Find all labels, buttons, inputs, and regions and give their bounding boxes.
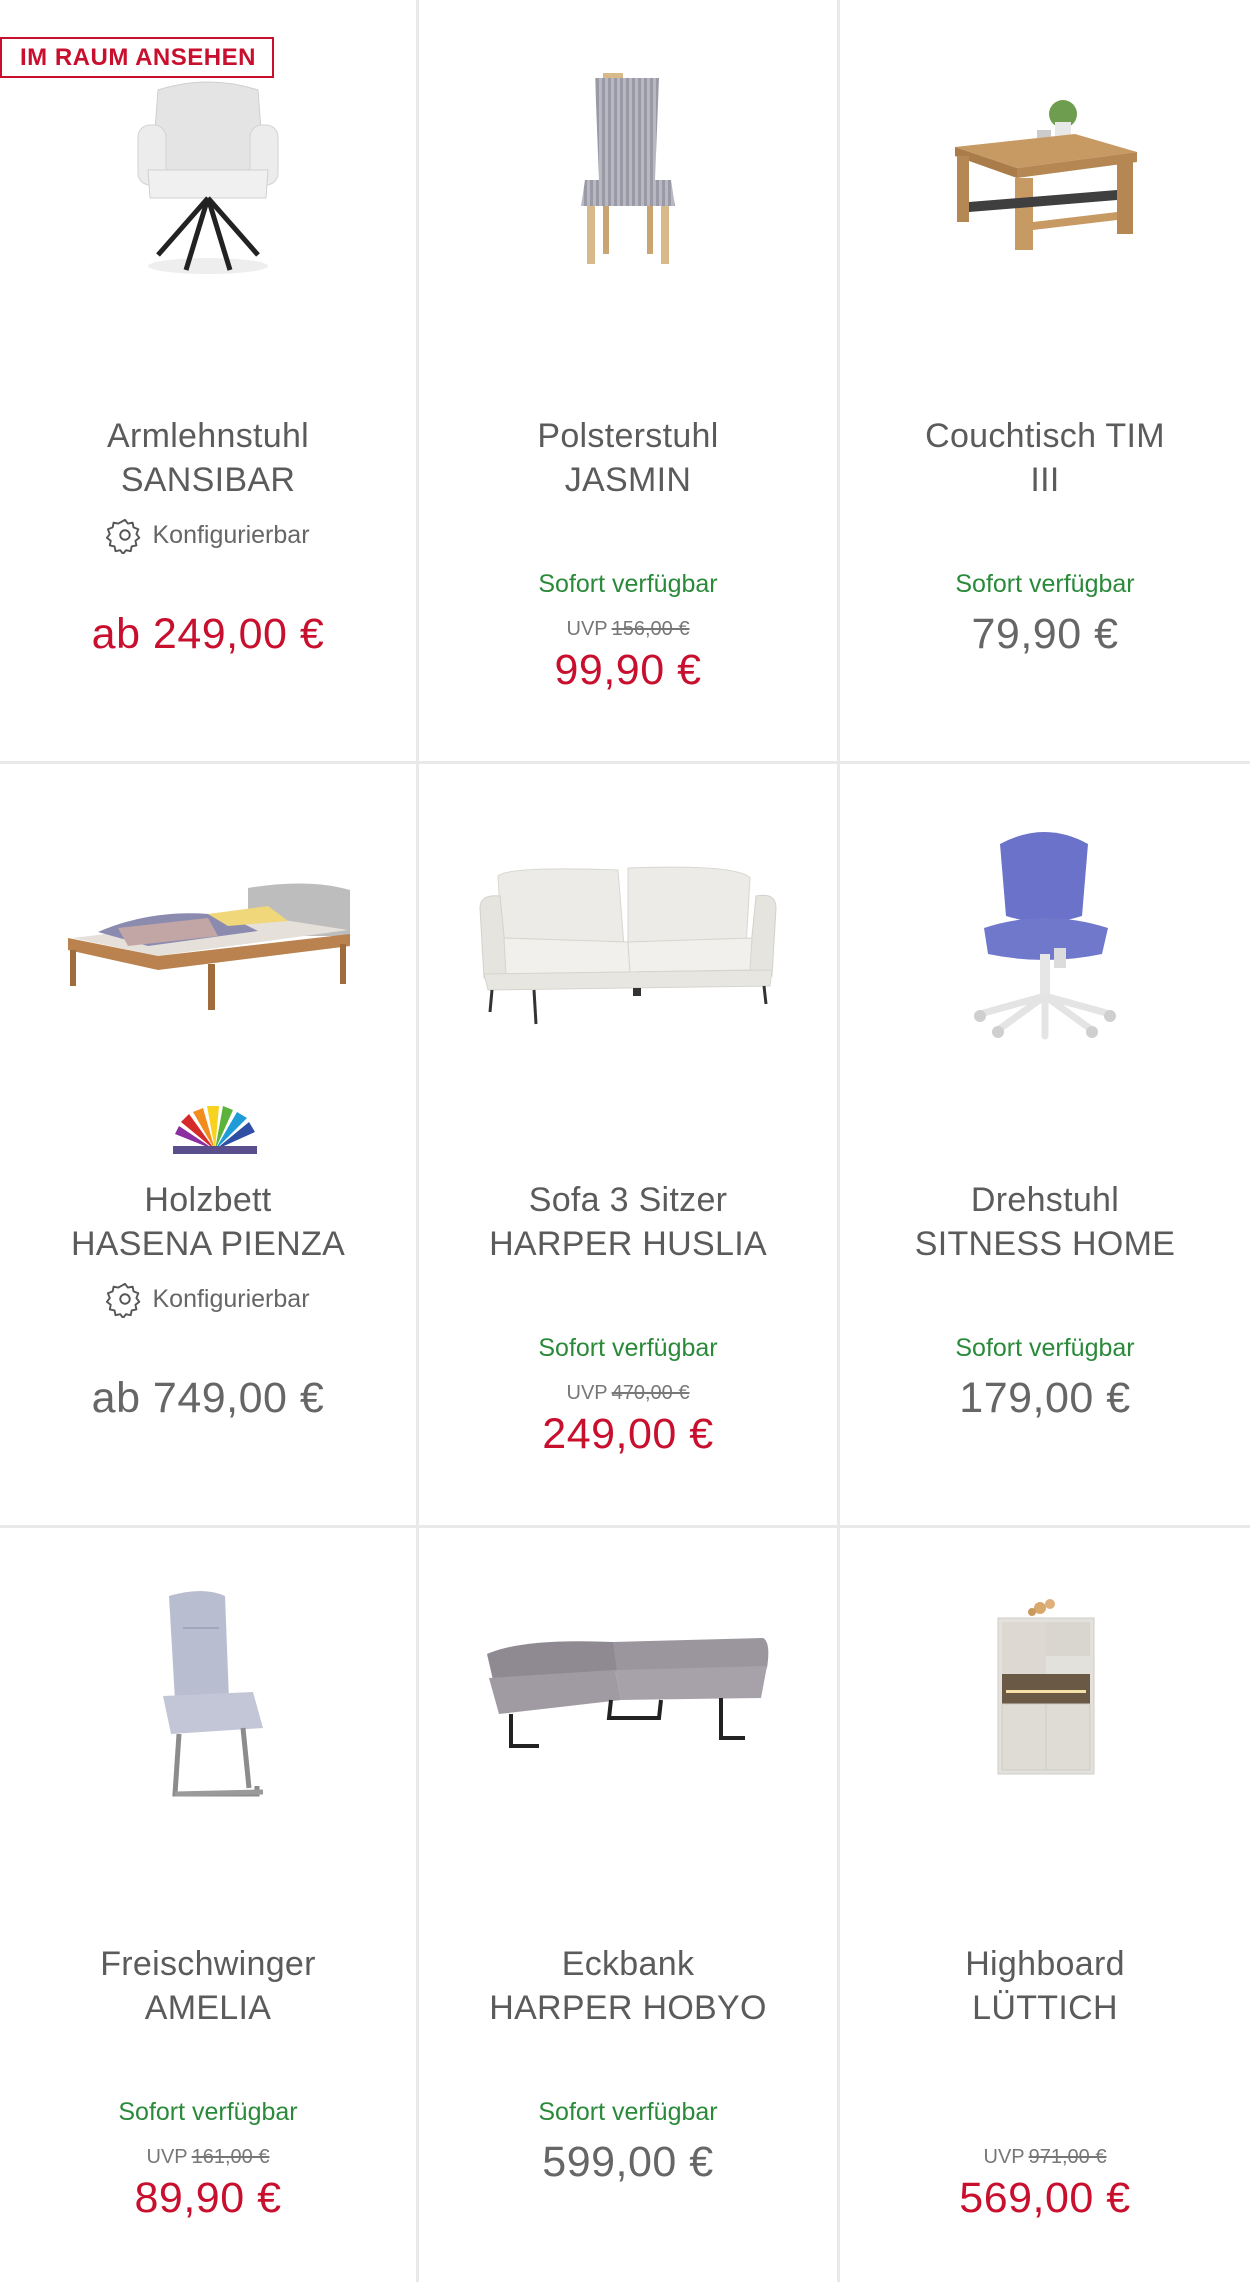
brand-logo [171,1104,259,1158]
product-image-upholstered-chair[interactable] [563,68,693,268]
product-price: 89,90 € [134,2174,282,2222]
product-image-corner-bench[interactable] [483,1628,773,1758]
product-card-freischwinger-amelia[interactable]: Freischwinger AMELIA Sofort verfügbar UVP… [0,1528,419,2282]
availability-status: Sofort verfügbar [955,1334,1135,1362]
product-card-couchtisch-tim-iii[interactable]: Couchtisch TIM III Sofort verfügbar 79,90… [840,0,1250,764]
product-image-coffee-table[interactable] [945,92,1145,262]
product-title[interactable]: Sofa 3 Sitzer HARPER HUSLIA [439,1178,817,1266]
configurable-label: Konfigurierbar [0,1280,416,1318]
product-price: 99,90 € [554,646,702,694]
product-card-sofa-3-sitzer-harper-huslia[interactable]: Sofa 3 Sitzer HARPER HUSLIA Sofort verfüg… [419,764,840,1528]
product-title[interactable]: Freischwinger AMELIA [20,1942,396,2030]
product-image-highboard[interactable] [990,1598,1100,1778]
product-price: 569,00 € [959,2174,1131,2222]
product-title[interactable]: Holzbett HASENA PIENZA [20,1178,396,1266]
uvp-price: UVP 470,00 € [566,1382,690,1404]
product-card-armlehnstuhl-sansibar[interactable]: IM RAUM ANSEHEN Armlehnstuhl SANSIBAR Ko… [0,0,419,764]
availability-status: Sofort verfügbar [538,1334,718,1362]
availability-status: Sofort verfügbar [955,570,1135,598]
product-card-highboard-luettich[interactable]: Highboard LÜTTICH UVP 971,00 € 569,00 € [840,1528,1250,2282]
product-card-eckbank-harper-hobyo[interactable]: Eckbank HARPER HOBYO Sofort verfügbar 599… [419,1528,840,2282]
product-title[interactable]: Drehstuhl SITNESS HOME [860,1178,1230,1266]
product-title[interactable]: Polsterstuhl JASMIN [439,414,817,502]
availability-status: Sofort verfügbar [118,2098,298,2126]
product-price: 249,00 € [542,1410,714,1458]
product-title[interactable]: Armlehnstuhl SANSIBAR [20,414,396,502]
product-price: ab 249,00 € [91,610,325,658]
product-price: 79,90 € [971,610,1119,658]
product-title[interactable]: Couchtisch TIM III [860,414,1230,502]
product-price: ab 749,00 € [91,1374,325,1422]
product-grid: IM RAUM ANSEHEN Armlehnstuhl SANSIBAR Ko… [0,0,1250,2282]
product-image-cantilever-chair[interactable] [133,1588,283,1808]
availability-status: Sofort verfügbar [538,570,718,598]
product-image-sofa[interactable] [478,846,778,1026]
uvp-price: UVP 971,00 € [983,2146,1107,2168]
product-image-swivel-chair[interactable] [970,824,1120,1044]
uvp-price: UVP 156,00 € [566,618,690,640]
product-title[interactable]: Eckbank HARPER HOBYO [439,1942,817,2030]
product-price: 179,00 € [959,1374,1131,1422]
gear-icon [106,518,141,554]
product-price: 599,00 € [542,2138,714,2186]
uvp-price: UVP 161,00 € [146,2146,270,2168]
product-image-armchair[interactable] [118,70,298,280]
gear-icon [106,1282,141,1318]
product-card-drehstuhl-sitness-home[interactable]: Drehstuhl SITNESS HOME Sofort verfügbar 1… [840,764,1250,1528]
availability-status: Sofort verfügbar [538,2098,718,2126]
product-image-wooden-bed[interactable] [58,876,358,1016]
configurable-label: Konfigurierbar [0,516,416,554]
product-card-polsterstuhl-jasmin[interactable]: Polsterstuhl JASMIN Sofort verfügbar UVP 1… [419,0,840,764]
product-title[interactable]: Highboard LÜTTICH [860,1942,1230,2030]
